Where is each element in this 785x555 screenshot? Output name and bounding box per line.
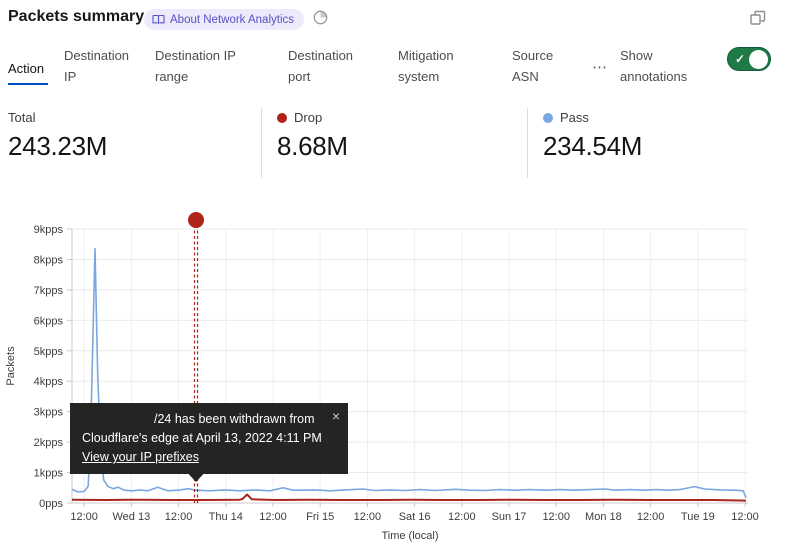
x-tick-label: 12:00	[70, 511, 98, 523]
x-tick-label: Tue 19	[681, 511, 715, 523]
stat-drop-label: Drop	[294, 110, 322, 125]
stat-total-value: 243.23M	[8, 131, 107, 162]
tab-destination-port[interactable]: Destination port	[288, 46, 366, 88]
drop-line	[72, 495, 746, 501]
x-tick-label: 12:00	[259, 511, 287, 523]
stat-drop-value: 8.68M	[277, 131, 348, 162]
page-title: Packets summary	[8, 8, 144, 26]
show-annotations-toggle[interactable]: ✓	[727, 47, 771, 71]
y-axis-title: Packets	[5, 346, 17, 386]
y-tick-label: 3kpps	[34, 407, 64, 419]
stat-total: Total 243.23M	[8, 110, 107, 162]
stat-pass-value: 234.54M	[543, 131, 642, 162]
y-tick-label: 6kpps	[34, 315, 64, 327]
stat-drop: Drop 8.68M	[277, 110, 348, 162]
y-tick-label: 9kpps	[34, 224, 64, 236]
tab-mitigation-system[interactable]: Mitigation system	[398, 46, 470, 88]
tooltip-caret	[184, 469, 208, 482]
drop-legend-dot	[277, 113, 287, 123]
annotation-tooltip: /24 has been withdrawn from Cloudflare's…	[70, 403, 348, 474]
more-tabs-icon[interactable]: ⋯	[592, 58, 608, 76]
duplicate-window-icon[interactable]	[748, 8, 768, 28]
x-tick-label: 12:00	[448, 511, 476, 523]
toggle-knob	[749, 50, 768, 69]
x-tick-label: Sat 16	[399, 511, 431, 523]
book-icon	[152, 14, 165, 25]
x-tick-label: 12:00	[354, 511, 382, 523]
about-network-analytics-badge[interactable]: About Network Analytics	[144, 9, 304, 30]
y-tick-label: 5kpps	[34, 346, 64, 358]
show-annotations-label: Show annotations	[620, 46, 710, 88]
x-tick-label: Wed 13	[113, 511, 151, 523]
view-ip-prefixes-link[interactable]: View your IP prefixes	[82, 448, 199, 467]
packets-summary-panel: Packets summary About Network Analytics …	[0, 0, 785, 555]
y-tick-label: 0pps	[39, 498, 63, 510]
x-tick-label: Fri 15	[306, 511, 334, 523]
y-tick-label: 2kpps	[34, 437, 64, 449]
packets-chart: 0pps 1kpps 2kpps 3kpps 4kpps 5kpps 6kpps 7kpps 8…	[0, 205, 785, 555]
x-tick-label: 12:00	[731, 511, 759, 523]
y-tick-label: 8kpps	[34, 254, 64, 266]
tab-action[interactable]: Action	[8, 59, 48, 85]
annotation-marker-dot[interactable]	[188, 212, 204, 228]
stat-divider	[261, 108, 262, 178]
close-icon[interactable]: ×	[332, 406, 340, 427]
stat-pass-label: Pass	[560, 110, 589, 125]
x-tick-label: Mon 18	[585, 511, 622, 523]
tooltip-line2: Cloudflare's edge at April 13, 2022 4:11…	[82, 429, 324, 448]
tab-source-asn[interactable]: Source ASN	[512, 46, 564, 88]
badge-label: About Network Analytics	[170, 14, 294, 26]
pass-legend-dot	[543, 113, 553, 123]
tooltip-line1: /24 has been withdrawn from	[82, 410, 324, 429]
stat-total-label: Total	[8, 110, 35, 125]
y-tick-label: 1kpps	[34, 468, 64, 480]
x-tick-label: Sun 17	[492, 511, 527, 523]
x-axis-title: Time (local)	[381, 530, 438, 542]
x-tick-label: 12:00	[542, 511, 570, 523]
stat-pass: Pass 234.54M	[543, 110, 642, 162]
clock-icon	[312, 9, 329, 26]
x-tick-label: 12:00	[165, 511, 193, 523]
x-tick-label: Thu 14	[209, 511, 243, 523]
check-icon: ✓	[735, 52, 745, 66]
tab-destination-ip-range[interactable]: Destination IP range	[155, 46, 247, 88]
tab-destination-ip[interactable]: Destination IP	[64, 46, 136, 88]
x-tick-label: 12:00	[637, 511, 665, 523]
y-tick-label: 7kpps	[34, 285, 64, 297]
y-tick-label: 4kpps	[34, 376, 64, 388]
stat-divider	[527, 108, 528, 178]
